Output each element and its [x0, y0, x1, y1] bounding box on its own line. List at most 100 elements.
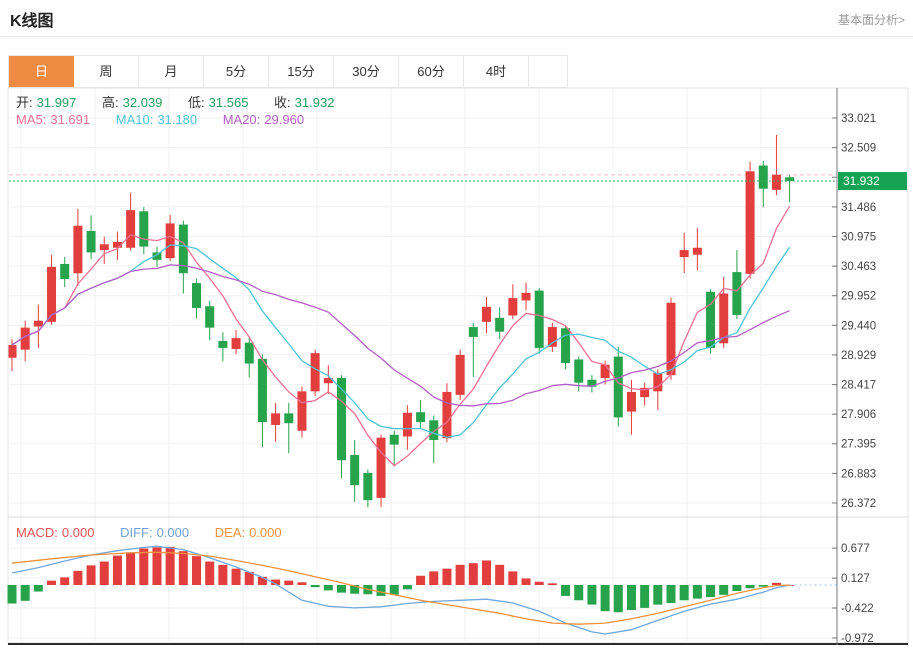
- price-tick-label: 29.440: [841, 320, 876, 332]
- dea-label: DEA:: [215, 525, 245, 540]
- macd-hist-bar: [377, 585, 386, 596]
- diff-label: DIFF:: [120, 525, 153, 540]
- macd-hist-bar: [442, 569, 451, 585]
- macd-hist-bar: [232, 569, 241, 585]
- macd-hist-bar: [693, 585, 702, 599]
- price-tick-label: 26.883: [841, 468, 876, 480]
- macd-hist-bar: [732, 585, 741, 591]
- macd-hist-bar: [205, 562, 214, 585]
- price-tick-label: 32.509: [841, 143, 876, 155]
- macd-hist-bar: [482, 560, 491, 585]
- macd-hist-bar: [759, 585, 768, 587]
- price-tick-label: 33.021: [841, 113, 876, 125]
- candle-body: [732, 272, 741, 315]
- candle-body: [350, 455, 359, 485]
- candle-body: [258, 359, 267, 422]
- candle-body: [548, 327, 557, 347]
- dea-value: 0.000: [249, 525, 282, 540]
- candle-body: [403, 413, 412, 437]
- candle-body: [772, 175, 781, 190]
- high-value: 32.039: [123, 95, 163, 110]
- candle-body: [429, 420, 438, 440]
- macd-value: 0.000: [62, 525, 95, 540]
- candle-body: [456, 355, 465, 395]
- candle-body: [746, 171, 755, 273]
- macd-hist-bar: [574, 585, 583, 600]
- candle-body: [284, 413, 293, 423]
- macd-hist-bar: [548, 583, 557, 585]
- low-label: 低:: [188, 95, 205, 110]
- diff-value: 0.000: [157, 525, 190, 540]
- macd-hist-bar: [73, 571, 82, 585]
- price-tick-label: 29.952: [841, 291, 876, 303]
- ma-readout: MA5:31.691 MA10:31.180 MA20:29.960: [16, 112, 308, 127]
- current-price-tag-text: 31.932: [843, 174, 880, 188]
- macd-hist-bar: [535, 582, 544, 585]
- macd-hist-bar: [403, 585, 412, 589]
- candle-body: [653, 373, 662, 392]
- macd-hist-bar: [469, 563, 478, 585]
- macd-hist-bar: [680, 585, 689, 600]
- macd-label: MACD:: [16, 525, 58, 540]
- close-value: 31.932: [295, 95, 335, 110]
- ma10-label: MA10:: [116, 112, 154, 127]
- price-tick-label: 28.929: [841, 350, 876, 362]
- candle-body: [482, 307, 491, 322]
- macd-hist-bar: [126, 552, 135, 585]
- candle-body: [416, 412, 425, 422]
- open-value: 31.997: [37, 95, 77, 110]
- price-tick-label: 26.372: [841, 498, 876, 510]
- candle-body: [245, 343, 254, 364]
- candle-body: [8, 345, 17, 358]
- macd-hist-bar: [284, 581, 293, 585]
- macd-hist-bar: [390, 585, 399, 595]
- candle-body: [561, 328, 570, 363]
- low-value: 31.565: [209, 95, 249, 110]
- ma5-label: MA5:: [16, 112, 46, 127]
- candle-body: [100, 244, 109, 250]
- macd-hist-bar: [416, 576, 425, 585]
- ma5-value: 31.691: [50, 112, 90, 127]
- macd-hist-bar: [113, 556, 122, 585]
- candle-body: [232, 338, 241, 349]
- candle-body: [218, 341, 227, 348]
- candle-body: [693, 248, 702, 255]
- macd-hist-bar: [495, 565, 504, 585]
- candle-body: [522, 293, 531, 301]
- candle-body: [87, 231, 96, 252]
- macd-hist-bar: [746, 585, 755, 588]
- macd-hist-bar: [601, 585, 610, 611]
- macd-hist-bar: [614, 585, 623, 612]
- macd-hist-bar: [706, 585, 715, 597]
- macd-hist-bar: [47, 581, 56, 585]
- macd-hist-bar: [627, 585, 636, 610]
- close-label: 收:: [274, 95, 291, 110]
- high-label: 高:: [102, 95, 119, 110]
- macd-hist-bar: [218, 565, 227, 585]
- candle-body: [442, 392, 451, 438]
- macd-tick-label: 0.127: [841, 573, 870, 585]
- candle-body: [139, 211, 148, 246]
- candle-body: [192, 283, 201, 308]
- macd-hist-bar: [522, 578, 531, 585]
- candle-body: [60, 264, 69, 279]
- macd-tick-label: -0.422: [841, 603, 874, 615]
- macd-hist-bar: [179, 551, 188, 585]
- candle-body: [126, 210, 135, 248]
- macd-hist-bar: [429, 571, 438, 585]
- macd-hist-bar: [139, 548, 148, 585]
- price-tick-label: 28.417: [841, 380, 876, 392]
- macd-hist-bar: [667, 585, 676, 603]
- candle-body: [363, 473, 372, 500]
- candle-body: [574, 360, 583, 383]
- price-tick-label: 31.486: [841, 202, 876, 214]
- candle-body: [508, 298, 517, 315]
- macd-hist-bar: [640, 585, 649, 608]
- candle-body: [667, 303, 676, 375]
- candle-body: [627, 392, 636, 412]
- candle-body: [205, 306, 214, 327]
- macd-hist-bar: [192, 556, 201, 585]
- macd-hist-bar: [561, 585, 570, 596]
- candle-body: [390, 435, 399, 445]
- macd-hist-bar: [508, 571, 517, 585]
